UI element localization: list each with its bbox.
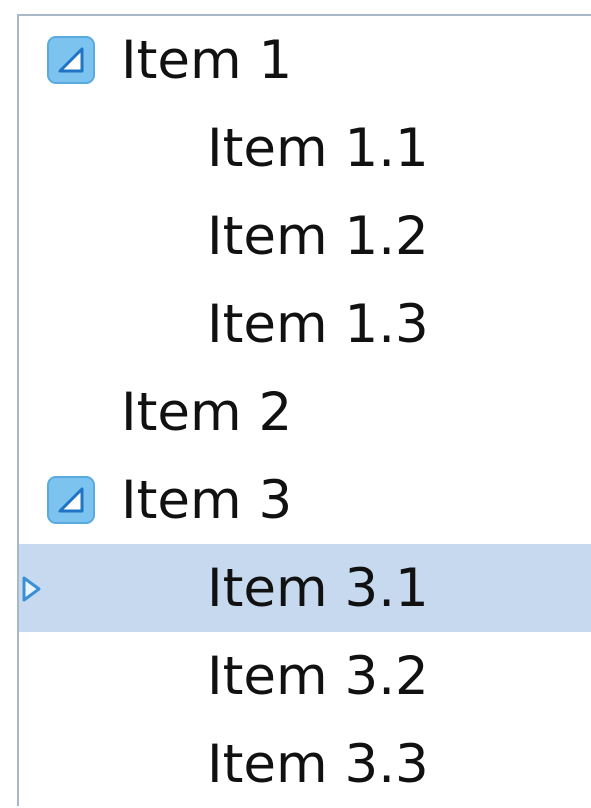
tree-node-label: Item 1 <box>121 29 293 91</box>
tree-node-item-1-2[interactable]: Item 1.2 <box>19 192 591 280</box>
tree-node-label: Item 3.3 <box>207 733 429 795</box>
tree-node-item-3-1[interactable]: Item 3.1 <box>19 544 591 632</box>
tree-node-item-3-2[interactable]: Item 3.2 <box>19 632 591 720</box>
tree-node-item-1[interactable]: Item 1 <box>19 16 591 104</box>
expanded-triangle-icon[interactable] <box>46 35 96 85</box>
tree-node-item-2[interactable]: Item 2 <box>19 368 591 456</box>
tree-node-label: Item 1.3 <box>207 293 429 355</box>
tree-node-item-3-3[interactable]: Item 3.3 <box>19 720 591 808</box>
tree-node-label: Item 3.2 <box>207 645 429 707</box>
tree-node-label: Item 2 <box>121 381 293 443</box>
tree-node-label: Item 1.1 <box>207 117 429 179</box>
tree-node-item-3[interactable]: Item 3 <box>19 456 591 544</box>
tree-view[interactable]: Item 1 Item 1.1 Item 1.2 Item 1.3 Item 2… <box>17 14 591 806</box>
tree-node-label: Item 3 <box>121 469 293 531</box>
current-row-arrow-icon <box>22 576 41 602</box>
tree-node-item-1-3[interactable]: Item 1.3 <box>19 280 591 368</box>
expanded-triangle-icon[interactable] <box>46 475 96 525</box>
tree-node-label: Item 3.1 <box>207 557 429 619</box>
tree-node-label: Item 1.2 <box>207 205 429 267</box>
tree-node-item-1-1[interactable]: Item 1.1 <box>19 104 591 192</box>
